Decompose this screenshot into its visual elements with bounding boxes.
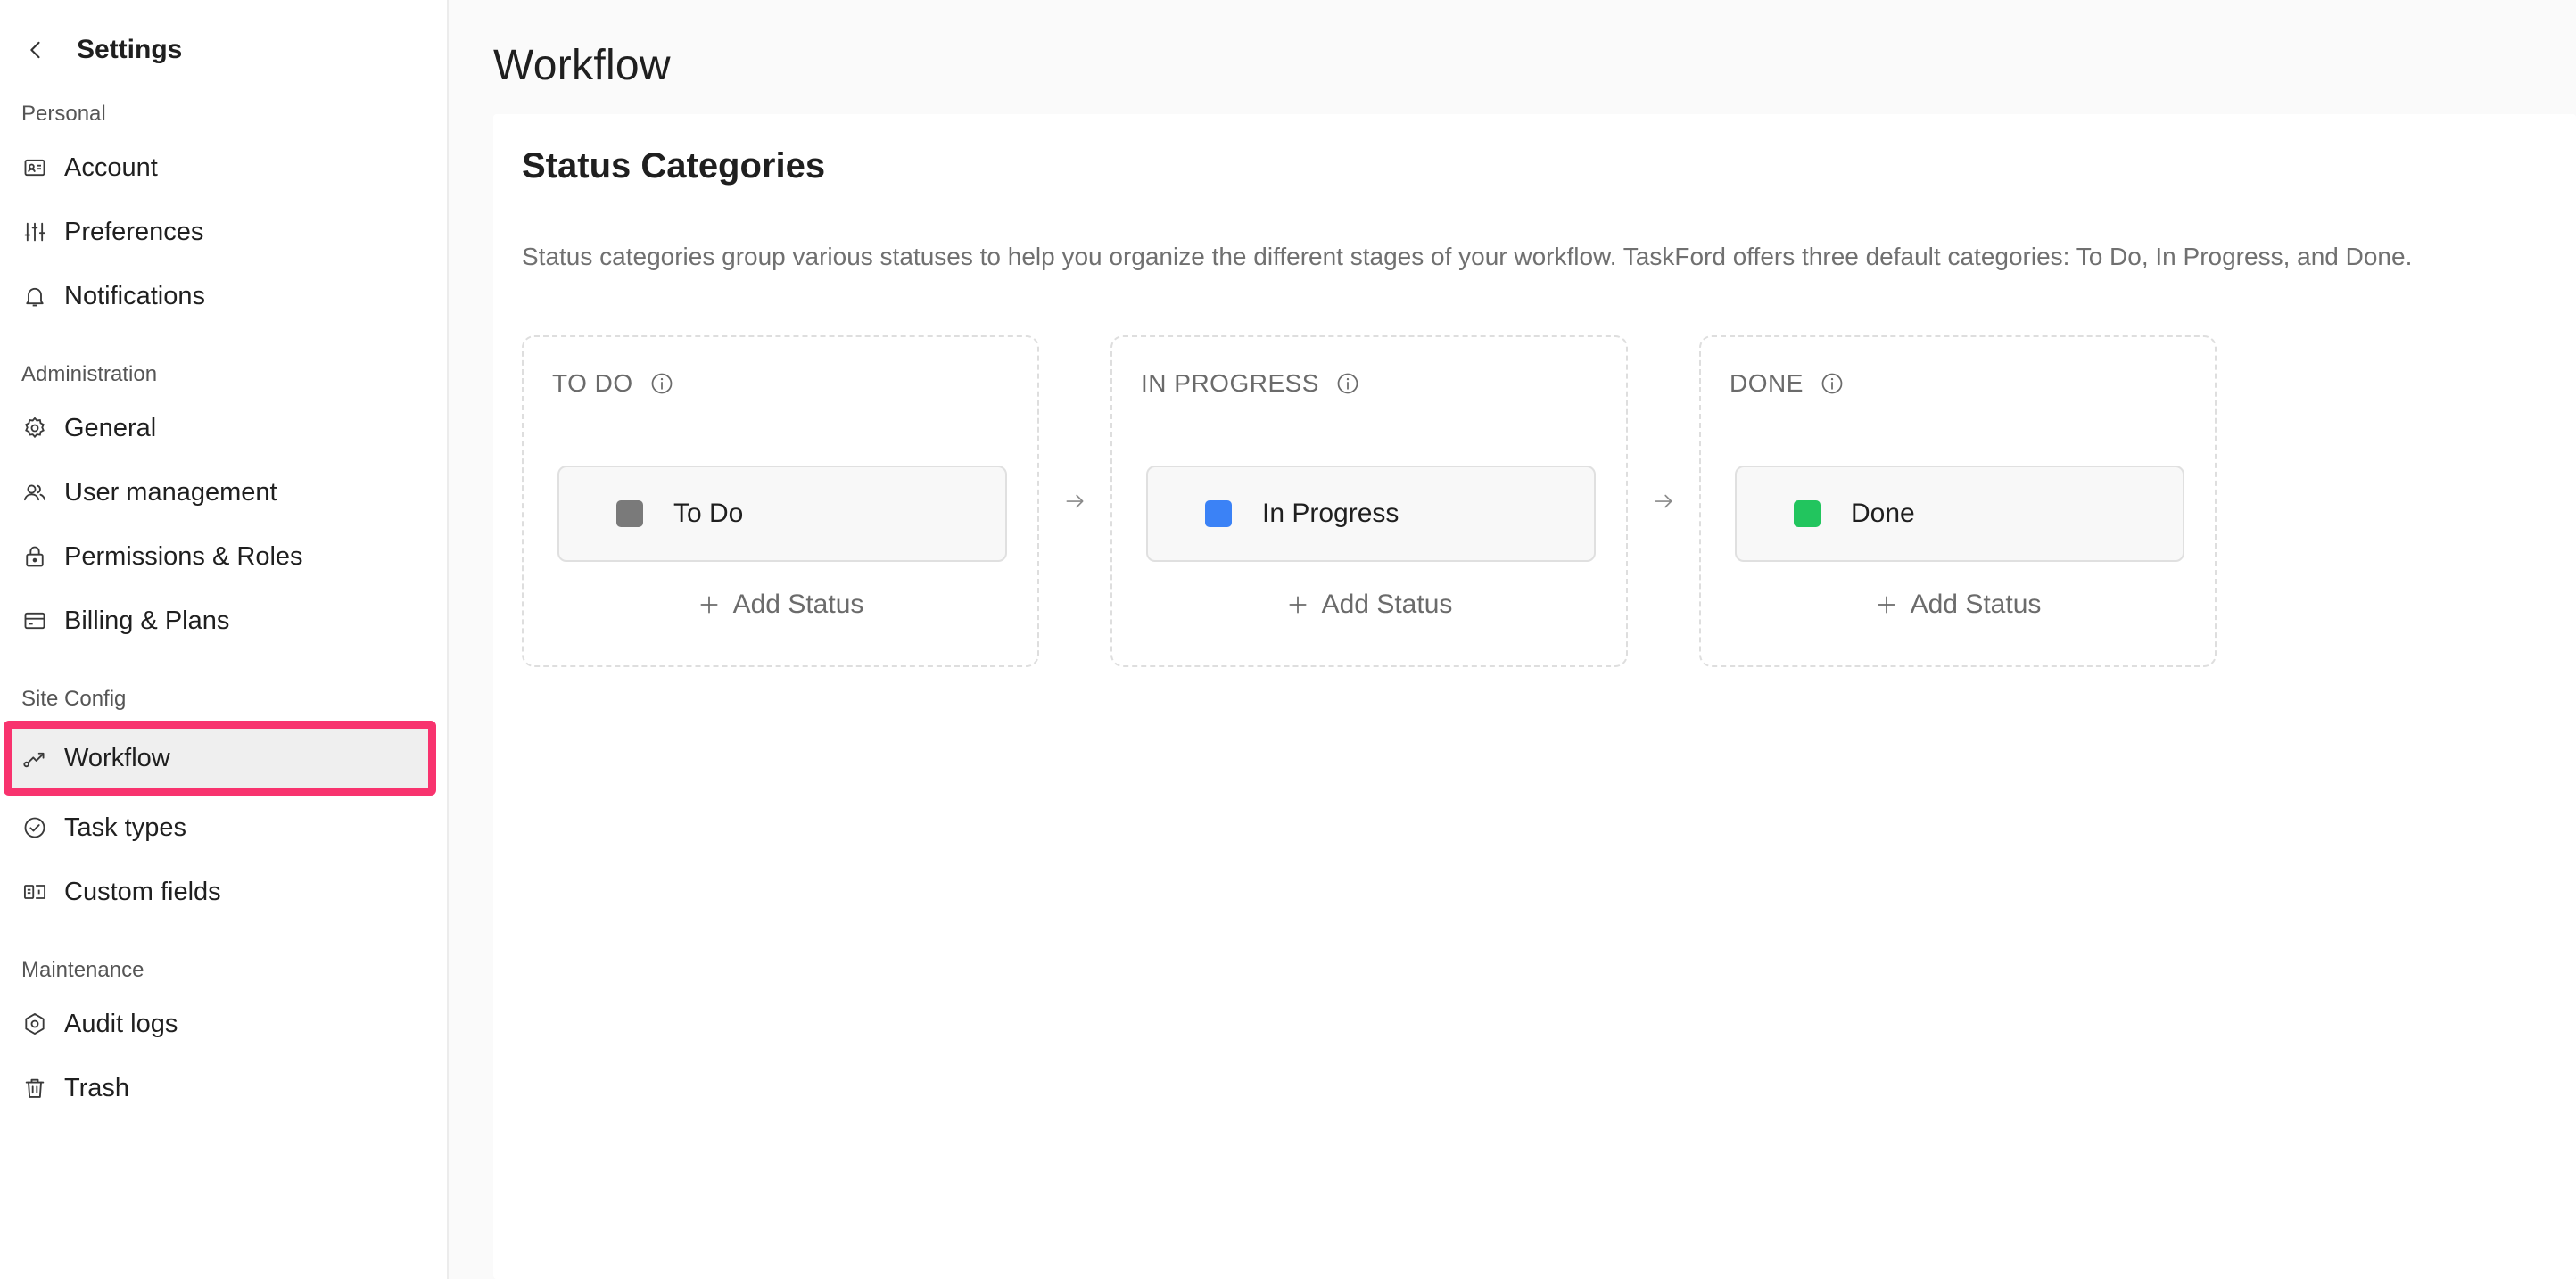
category-name: TO DO xyxy=(552,369,633,397)
main-content: Workflow Status Categories Status catego… xyxy=(449,0,2576,1279)
sidebar-item-label: Audit logs xyxy=(64,1009,178,1038)
lock-icon xyxy=(21,543,48,570)
sidebar-item-preferences[interactable]: Preferences xyxy=(0,200,436,264)
sidebar-item-workflow[interactable]: Workflow xyxy=(4,721,436,796)
info-icon[interactable] xyxy=(1820,371,1845,396)
status-label: Done xyxy=(1851,499,1915,528)
category-in-progress: IN PROGRESS In Progress Add Status xyxy=(1110,335,1628,667)
sidebar-item-label: Custom fields xyxy=(64,877,221,906)
settings-sidebar: Settings Personal Account Preferences No… xyxy=(0,0,449,1279)
sidebar-item-account[interactable]: Account xyxy=(0,136,436,200)
sidebar-item-label: General xyxy=(64,413,157,442)
section-label-personal: Personal xyxy=(21,102,106,126)
account-card-icon xyxy=(21,154,48,181)
add-status-button[interactable]: Add Status xyxy=(1701,582,2215,628)
settings-nav: Personal Account Preferences Notificatio… xyxy=(0,93,449,1120)
status-categories-card: Status Categories Status categories grou… xyxy=(493,114,2576,1279)
add-status-button[interactable]: Add Status xyxy=(524,582,1037,628)
section-label-administration: Administration xyxy=(21,362,158,386)
sidebar-item-label: Preferences xyxy=(64,217,204,246)
credit-card-icon xyxy=(21,607,48,634)
status-color-swatch xyxy=(616,500,643,527)
sidebar-item-permissions-roles[interactable]: Permissions & Roles xyxy=(0,524,436,589)
plus-icon xyxy=(1286,593,1309,616)
sidebar-item-general[interactable]: General xyxy=(0,396,436,460)
sidebar-item-label: Permissions & Roles xyxy=(64,541,303,571)
sidebar-item-label: Notifications xyxy=(64,281,205,310)
sidebar-item-billing-plans[interactable]: Billing & Plans xyxy=(0,589,436,653)
info-icon[interactable] xyxy=(649,371,674,396)
sidebar-item-label: Workflow xyxy=(64,743,170,772)
workflow-icon xyxy=(21,745,48,772)
status-pill-in-progress[interactable]: In Progress xyxy=(1146,466,1596,562)
card-title: Status Categories xyxy=(522,146,826,186)
info-icon[interactable] xyxy=(1335,371,1360,396)
category-header: DONE xyxy=(1730,369,1845,398)
sidebar-item-label: Task types xyxy=(64,813,186,842)
status-color-swatch xyxy=(1794,500,1821,527)
plus-icon xyxy=(698,593,721,616)
sliders-icon xyxy=(21,219,48,245)
status-categories-row: TO DO To Do Add Status IN PROGRESS In Pr… xyxy=(522,335,2217,667)
category-name: DONE xyxy=(1730,369,1804,397)
add-status-button[interactable]: Add Status xyxy=(1112,582,1626,628)
custom-field-icon xyxy=(21,879,48,905)
card-description: Status categories group various statuses… xyxy=(522,243,2413,270)
status-label: To Do xyxy=(673,499,744,528)
sidebar-header: Settings xyxy=(21,29,182,71)
bell-icon xyxy=(21,283,48,309)
section-label-site-config: Site Config xyxy=(21,687,127,711)
section-label-maintenance: Maintenance xyxy=(21,958,144,982)
plus-icon xyxy=(1875,593,1898,616)
status-pill-todo[interactable]: To Do xyxy=(557,466,1007,562)
sidebar-item-trash[interactable]: Trash xyxy=(0,1056,436,1120)
users-icon xyxy=(21,479,48,506)
sidebar-item-label: Trash xyxy=(64,1073,130,1102)
category-header: IN PROGRESS xyxy=(1141,369,1360,398)
status-color-swatch xyxy=(1205,500,1232,527)
app: Settings Personal Account Preferences No… xyxy=(0,0,2576,1279)
sidebar-item-task-types[interactable]: Task types xyxy=(0,796,436,860)
page-title: Workflow xyxy=(493,42,671,89)
category-done: DONE Done Add Status xyxy=(1699,335,2217,667)
sidebar-item-custom-fields[interactable]: Custom fields xyxy=(0,860,436,924)
sidebar-item-user-management[interactable]: User management xyxy=(0,460,436,524)
sidebar-item-label: Account xyxy=(64,153,158,182)
sidebar-item-notifications[interactable]: Notifications xyxy=(0,264,436,328)
check-circle-icon xyxy=(21,814,48,841)
sidebar-item-label: User management xyxy=(64,477,277,507)
sidebar-title: Settings xyxy=(77,35,183,64)
add-status-label: Add Status xyxy=(1321,590,1453,619)
trash-icon xyxy=(21,1075,48,1102)
hexagon-icon xyxy=(21,1011,48,1037)
category-header: TO DO xyxy=(552,369,674,398)
add-status-label: Add Status xyxy=(732,590,864,619)
chevron-left-icon[interactable] xyxy=(21,36,50,64)
sidebar-item-label: Billing & Plans xyxy=(64,606,230,635)
category-todo: TO DO To Do Add Status xyxy=(522,335,1039,667)
status-label: In Progress xyxy=(1262,499,1399,528)
category-name: IN PROGRESS xyxy=(1141,369,1319,397)
arrow-right-icon xyxy=(1628,490,1699,513)
add-status-label: Add Status xyxy=(1910,590,2042,619)
arrow-right-icon xyxy=(1039,490,1110,513)
status-pill-done[interactable]: Done xyxy=(1735,466,2184,562)
gear-icon xyxy=(21,415,48,441)
sidebar-item-audit-logs[interactable]: Audit logs xyxy=(0,992,436,1056)
